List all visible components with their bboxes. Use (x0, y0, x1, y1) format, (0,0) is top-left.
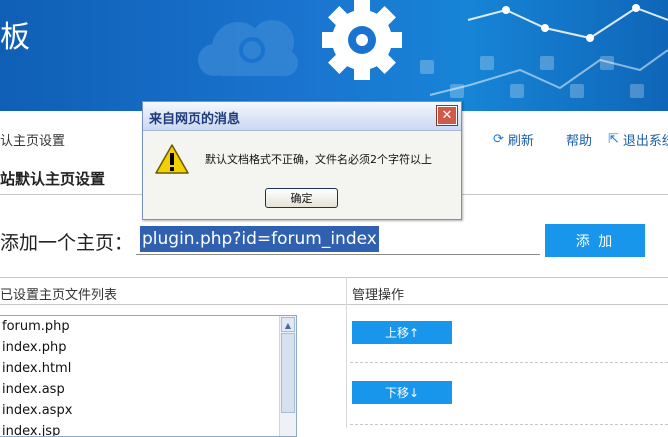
list-item[interactable]: index.asp (0, 379, 296, 400)
help-label: 帮助 (566, 134, 593, 149)
add-homepage-label: 添加一个主页： (0, 232, 134, 254)
header-banner: 板 (0, 0, 668, 111)
logout-label: 退出系统 (622, 134, 668, 149)
alert-dialog: 来自网页的消息 ✕ 默认文档格式不正确，文件名必须2个字符以上 确定 (142, 101, 462, 220)
refresh-link[interactable]: ⟳ 刷新 (493, 130, 534, 149)
section-title: 站默认主页设置 (0, 170, 106, 188)
header-decoration (198, 0, 668, 98)
column-header-files: 已设置主页文件列表 (0, 288, 118, 303)
column-header-actions: 管理操作 (352, 288, 405, 303)
logout-icon: ⇱ (608, 132, 619, 147)
dashed-divider (350, 362, 668, 363)
breadcrumb: 认主页设置 (0, 134, 66, 149)
close-icon[interactable]: ✕ (436, 105, 458, 126)
homepage-file-list[interactable]: forum.php index.php index.html index.asp… (0, 315, 297, 437)
ok-button[interactable]: 确定 (265, 188, 338, 208)
logout-link[interactable]: ⇱ 退出系统 (608, 130, 668, 149)
list-item[interactable]: index.aspx (0, 400, 296, 421)
list-scrollbar[interactable]: ▲ (279, 316, 296, 436)
table-header-divider (0, 304, 668, 305)
list-item[interactable]: index.html (0, 358, 296, 379)
homepage-input[interactable]: plugin.php?id=forum_index (136, 226, 540, 255)
list-item[interactable]: forum.php (0, 316, 296, 337)
homepage-input-value: plugin.php?id=forum_index (140, 226, 379, 252)
refresh-icon: ⟳ (493, 132, 504, 147)
dialog-body: 默认文档格式不正确，文件名必须2个字符以上 确定 (143, 131, 461, 219)
table-border-top (0, 277, 668, 278)
warning-icon (155, 144, 189, 174)
chart-decoration (429, 6, 668, 96)
scroll-thumb[interactable] (281, 333, 295, 413)
dialog-title: 来自网页的消息 (149, 112, 241, 127)
cloud-refresh-icon (198, 20, 298, 76)
move-down-button[interactable]: 下移↓ (352, 381, 452, 404)
list-item[interactable]: index.jsp (0, 421, 296, 436)
scroll-up-arrow-icon[interactable]: ▲ (281, 317, 295, 332)
column-divider (346, 277, 347, 428)
add-button[interactable]: 添 加 (545, 224, 645, 257)
dashed-divider (350, 424, 668, 425)
move-up-button[interactable]: 上移↑ (352, 321, 452, 344)
dialog-title-bar[interactable]: 来自网页的消息 ✕ (143, 102, 461, 131)
list-item[interactable]: index.php (0, 337, 296, 358)
refresh-label: 刷新 (507, 134, 534, 149)
help-link[interactable]: 帮助 (566, 130, 592, 149)
dialog-message: 默认文档格式不正确，文件名必须2个字符以上 (205, 153, 432, 166)
